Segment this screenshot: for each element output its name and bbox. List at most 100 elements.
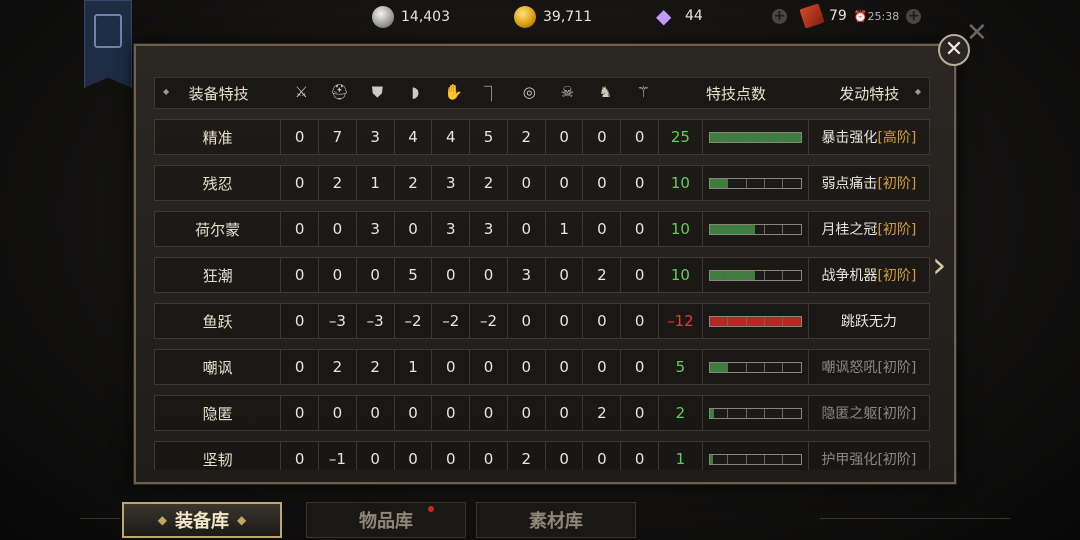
bar-segment [728, 270, 747, 280]
slot-value: 0 [281, 441, 320, 470]
active-skill-name: 护甲强化 [821, 452, 878, 468]
skill-name: 狂潮 [154, 257, 282, 293]
table-row[interactable]: 隐匿 0 0 0 0 0 0 0 0 2 0 2 隐匿之躯 [初阶] [154, 395, 931, 431]
slot-value: 0 [621, 303, 660, 339]
bar-segment [747, 316, 765, 326]
active-skill[interactable]: 护甲强化 [初阶] [808, 441, 931, 470]
slot-value: 0 [621, 441, 660, 470]
tab-equipment[interactable]: ◆ 装备库 ◆ [122, 502, 282, 538]
bar-segment [783, 455, 800, 464]
active-skill[interactable]: 嘲讽怒吼 [初阶] [808, 349, 931, 385]
skill-name: 隐匿 [154, 395, 282, 431]
bar-segment [710, 362, 729, 372]
table-row[interactable]: 荷尔蒙 0 0 3 0 3 3 0 1 0 0 10 月桂之冠 [初阶] [154, 211, 931, 247]
slot-value: 0 [394, 441, 433, 470]
diamond-icon: ◆ [656, 4, 672, 28]
slot-value: 0 [281, 211, 320, 247]
skill-tier: [初阶] [877, 452, 917, 468]
add-tickets-icon[interactable]: + [906, 8, 922, 24]
slot-value: 0 [470, 441, 508, 470]
bar-segment [783, 225, 800, 234]
slot-value: 0 [319, 211, 357, 247]
bar-segment [728, 132, 747, 142]
boot-icon: ⏋ [483, 84, 499, 103]
slot-value: 0 [621, 119, 660, 155]
header-active-skill: 发动特技 [839, 84, 900, 103]
slot-value: 0 [319, 395, 357, 431]
points-bar-cell [702, 165, 809, 201]
tab-materials[interactable]: 素材库 [476, 502, 636, 538]
ring-icon: ◎ [522, 82, 536, 101]
add-gems-icon[interactable]: + [772, 8, 787, 24]
tab-ornament-icon: ◆ [157, 513, 167, 527]
table-row[interactable]: 残忍 0 2 1 2 3 2 0 0 0 0 10 弱点痛击 [初阶] [154, 165, 931, 201]
gem-resource: ◆ 44 [656, 6, 703, 26]
tab-label: 装备库 [175, 511, 229, 532]
bar-segment [728, 224, 747, 234]
bar-segment [783, 271, 800, 280]
active-skill-name: 嘲讽怒吼 [821, 360, 878, 376]
slot-value: 0 [507, 395, 546, 431]
slot-value: –3 [319, 303, 357, 339]
slot-value: 0 [621, 257, 660, 293]
slot-value: 0 [507, 165, 546, 201]
points-progress-bar [708, 131, 802, 143]
gem-amount: 44 [685, 8, 703, 24]
slot-value: 0 [583, 165, 622, 201]
skill-tier: [初阶] [877, 176, 917, 192]
header-ornament-icon: ◆ [914, 87, 921, 96]
slot-value: 4 [432, 119, 471, 155]
bar-segment [765, 408, 784, 418]
points-progress-bar [708, 177, 802, 189]
bar-segment [710, 224, 729, 234]
table-row[interactable]: 嘲讽 0 2 2 1 0 0 0 0 0 0 5 嘲讽怒吼 [初阶] [154, 349, 931, 385]
close-button[interactable]: ✕ [938, 34, 970, 66]
active-skill[interactable]: 战争机器 [初阶] [808, 257, 931, 293]
header-points: 特技点数 [705, 84, 766, 103]
bar-segment [728, 454, 747, 464]
active-skill[interactable]: 月桂之冠 [初阶] [808, 211, 931, 247]
next-page-arrow-icon[interactable]: › [932, 248, 956, 284]
active-skill[interactable]: 暴击强化 [高阶] [808, 119, 931, 155]
table-row[interactable]: 狂潮 0 0 0 5 0 0 3 0 2 0 10 战争机器 [初阶] [154, 257, 931, 293]
slot-value: 2 [507, 441, 546, 470]
points-bar-cell [702, 257, 809, 293]
tab-label: 素材库 [529, 511, 583, 532]
ticket-icon [799, 3, 825, 29]
slot-value: 1 [356, 165, 395, 201]
points-bar-cell [702, 441, 809, 470]
active-skill-name: 弱点痛击 [821, 176, 878, 192]
slot-value: 0 [470, 349, 508, 385]
table-header: ◆ 装备特技 ⚔ ⛑ ⛊ ◗ ✋ ⏋ ◎ ☠ ♞ ⚚ 特技点数 发动特技 ◆ [154, 77, 930, 109]
table-row[interactable]: 精准 0 7 3 4 4 5 2 0 0 0 25 暴击强化 [高阶] [154, 119, 931, 155]
active-skill[interactable]: 跳跃无力 [808, 303, 931, 339]
active-skill[interactable]: 弱点痛击 [初阶] [808, 165, 931, 201]
slot-value: 2 [470, 165, 508, 201]
skill-points: 10 [659, 165, 703, 201]
bar-segment [765, 454, 784, 464]
skill-tier: [高阶] [877, 130, 917, 146]
active-skill[interactable]: 隐匿之躯 [初阶] [808, 395, 931, 431]
slot-value: 0 [545, 165, 584, 201]
slot-value: 1 [394, 349, 433, 385]
slot-value: 0 [507, 303, 546, 339]
skill-points: –12 [659, 303, 703, 339]
ticket-amount: 79 [829, 8, 847, 24]
slot-value: 0 [583, 349, 622, 385]
scythe-icon: ⚚ [636, 82, 651, 101]
slot-value: 0 [281, 349, 320, 385]
table-row[interactable]: 坚韧 0 –1 0 0 0 0 2 0 0 0 1 护甲强化 [初阶] [154, 441, 931, 470]
slot-icons: ⚔ ⛑ ⛊ ◗ ✋ ⏋ ◎ ☠ ♞ ⚚ [282, 83, 662, 104]
divider [820, 518, 1010, 519]
slot-value: –2 [394, 303, 433, 339]
table-row[interactable]: 鱼跃 0 –3 –3 –2 –2 –2 0 0 0 0 –12 跳跃无力 [154, 303, 931, 339]
slot-value: 0 [432, 257, 471, 293]
tab-items[interactable]: 物品库 [306, 502, 466, 538]
resource-bar: 14,403 39,711 ◆ 44 + 79 ⏰25:38 + [0, 0, 1080, 36]
skill-points: 5 [659, 349, 703, 385]
ticket-resource: + 79 ⏰25:38 + [772, 3, 922, 29]
bar-segment [747, 224, 765, 234]
slot-value: 0 [621, 211, 660, 247]
ticket-timer: ⏰25:38 [853, 9, 900, 23]
slot-value: 0 [507, 349, 546, 385]
